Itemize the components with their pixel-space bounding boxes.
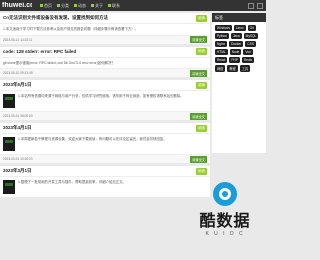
tag-link[interactable]: Node <box>229 49 242 55</box>
post-badge: 阅读 <box>196 81 207 89</box>
post-excerpt: 1.本周更新若干教程与资源合集，欢迎大家下载阅读，有问题可以在评论区留言，我们会… <box>18 137 167 142</box>
post-thumbnail[interactable] <box>3 180 15 195</box>
post-footer: 2023-04-01 10:30:20 阅读全文 <box>0 154 210 164</box>
tag-link[interactable]: Linux <box>233 25 246 31</box>
tag-link[interactable]: 教程 <box>227 65 238 72</box>
site-logo[interactable]: fhuwei.cc <box>0 2 32 9</box>
post-footer: 2023-05-10 09:13:45 阅读全文 <box>0 68 210 78</box>
post-header: code: 128 stderr: error: RPC failed 阅读 <box>0 47 210 58</box>
post-excerpt: git clone提示错误(error: RPC failed; curl 56… <box>3 60 115 65</box>
post-date: 2023-04-01 10:30:20 <box>3 157 33 162</box>
folder-icon <box>57 4 60 7</box>
post-thumbnail[interactable] <box>3 94 15 109</box>
read-more-button[interactable]: 阅读全文 <box>190 36 207 44</box>
post-header: 2023年4月1日 阅读 <box>0 123 210 135</box>
post-header: Cn无法识别文件或设备没有发现，设置找到如何方法 阅读 <box>0 13 210 24</box>
nav-label: 分类 <box>61 2 69 8</box>
post-footer: 2023-05-01 08:00:00 阅读全文 <box>0 111 210 121</box>
tag-link[interactable]: CSS <box>245 41 256 47</box>
tag-link[interactable]: React <box>215 57 228 63</box>
top-right-controls <box>248 3 263 9</box>
post-title[interactable]: 2023年4月1日 <box>3 125 183 131</box>
tag-link[interactable]: Git <box>247 25 256 31</box>
read-more-button[interactable]: 阅读全文 <box>190 112 207 120</box>
post-card: 2023年5月1日 阅读 1.本站所有资源均来源于网络与用户分享，仅供学习研究使… <box>0 80 210 121</box>
sidebar-title: 标签 <box>212 13 266 22</box>
post-card: code: 128 stderr: error: RPC failed 阅读 g… <box>0 46 210 78</box>
tag-link[interactable]: Java <box>230 33 242 39</box>
nav-item-home[interactable]: 首页 <box>40 3 52 9</box>
tag-link[interactable]: Vue <box>243 49 253 55</box>
top-navigation-bar: fhuwei.cc 首页 分类 动态 关于 联系 <box>0 0 266 11</box>
tag-link[interactable]: MySQL <box>243 33 259 39</box>
news-icon <box>74 4 77 7</box>
post-title[interactable]: Cn无法识别文件或设备没有发现，设置找到如何方法 <box>3 15 183 21</box>
sidebar-tags-panel: 标签 Windows Linux Git Python Java MySQL Nginx Do… <box>212 13 266 153</box>
nav-label: 联系 <box>112 2 120 8</box>
post-card: 2023年4月1日 阅读 1.本周更新若干教程与资源合集，欢迎大家下载阅读，有问… <box>0 123 210 164</box>
tag-link[interactable]: Python <box>215 33 229 39</box>
nav-label: 关于 <box>95 2 103 8</box>
read-more-button[interactable]: 阅读全文 <box>190 155 207 163</box>
tag-link[interactable]: HTML <box>215 49 228 55</box>
nav-label: 首页 <box>44 2 52 8</box>
post-badge: 阅读 <box>196 124 207 132</box>
tag-link[interactable]: Nginx <box>215 41 228 47</box>
post-title[interactable]: 2023年3月1日 <box>3 168 183 174</box>
watermark-logo-icon <box>213 181 237 206</box>
post-title[interactable]: code: 128 stderr: error: RPC failed <box>3 49 183 54</box>
home-icon <box>40 4 43 7</box>
post-date: 2023-05-12 14:22:11 <box>3 37 33 42</box>
tag-link[interactable]: 工具 <box>239 65 251 72</box>
nav-label: 动态 <box>78 2 86 8</box>
post-badge: 阅读 <box>196 167 207 175</box>
post-footer: 2023-05-12 14:22:11 阅读全文 <box>0 34 210 44</box>
post-badge: 阅读 <box>196 48 207 56</box>
search-icon[interactable] <box>248 3 254 9</box>
mail-icon <box>108 4 111 7</box>
post-header: 2023年5月1日 阅读 <box>0 80 210 92</box>
post-thumbnail[interactable] <box>3 137 15 152</box>
nav-item-contact[interactable]: 联系 <box>108 3 120 9</box>
post-body: 1.整理了一批常用的开发工具与插件，帮助提高效率，详细介绍见正文。 <box>0 177 210 197</box>
watermark-subtext: K U I D C <box>205 230 245 237</box>
menu-icon[interactable] <box>257 3 263 9</box>
post-title[interactable]: 2023年5月1日 <box>3 82 183 88</box>
post-body: git clone提示错误(error: RPC failed; curl 56… <box>0 58 210 69</box>
tag-link[interactable]: 网络 <box>215 65 226 72</box>
tag-link[interactable]: Redis <box>241 57 255 63</box>
tag-link[interactable]: PHP <box>229 57 240 63</box>
main-nav: 首页 分类 动态 关于 联系 <box>40 3 120 9</box>
post-excerpt: 1.本文适用于学习时下载方法参考以及用户常见的报告问题（详细步骤示例请查看下方）… <box>3 27 139 31</box>
tag-link[interactable]: Windows <box>215 25 232 31</box>
post-header: 2023年3月1日 阅读 <box>0 166 210 178</box>
nav-item-news[interactable]: 动态 <box>74 3 86 9</box>
post-card: Cn无法识别文件或设备没有发现，设置找到如何方法 阅读 1.本文适用于学习时下载… <box>0 13 210 44</box>
info-icon <box>91 4 94 7</box>
nav-item-about[interactable]: 关于 <box>91 3 103 9</box>
post-body: 1.本站所有资源均来源于网络与用户分享，仅供学习研究使用，请勿用于商业用途，如有… <box>0 91 210 111</box>
post-card: 2023年3月1日 阅读 1.整理了一批常用的开发工具与插件，帮助提高效率，详细… <box>0 166 210 198</box>
post-excerpt: 1.整理了一批常用的开发工具与插件，帮助提高效率，详细介绍见正文。 <box>18 180 126 185</box>
post-date: 2023-05-10 09:13:45 <box>3 71 33 76</box>
post-excerpt: 1.本站所有资源均来源于网络与用户分享，仅供学习研究使用，请勿用于商业用途，如有… <box>18 94 184 99</box>
read-more-button[interactable]: 阅读全文 <box>190 69 207 77</box>
post-date: 2023-05-01 08:00:00 <box>3 114 33 119</box>
post-badge: 阅读 <box>196 14 207 22</box>
tag-link[interactable]: Docker <box>229 41 244 47</box>
post-list: Cn无法识别文件或设备没有发现，设置找到如何方法 阅读 1.本文适用于学习时下载… <box>0 13 210 260</box>
nav-item-category[interactable]: 分类 <box>57 3 69 9</box>
post-body: 1.本周更新若干教程与资源合集，欢迎大家下载阅读，有问题可以在评论区留言，我们会… <box>0 134 210 154</box>
post-body: 1.本文适用于学习时下载方法参考以及用户常见的报告问题（详细步骤示例请查看下方）… <box>0 24 210 35</box>
tag-cloud: Windows Linux Git Python Java MySQL Nginx Docke… <box>212 22 266 75</box>
